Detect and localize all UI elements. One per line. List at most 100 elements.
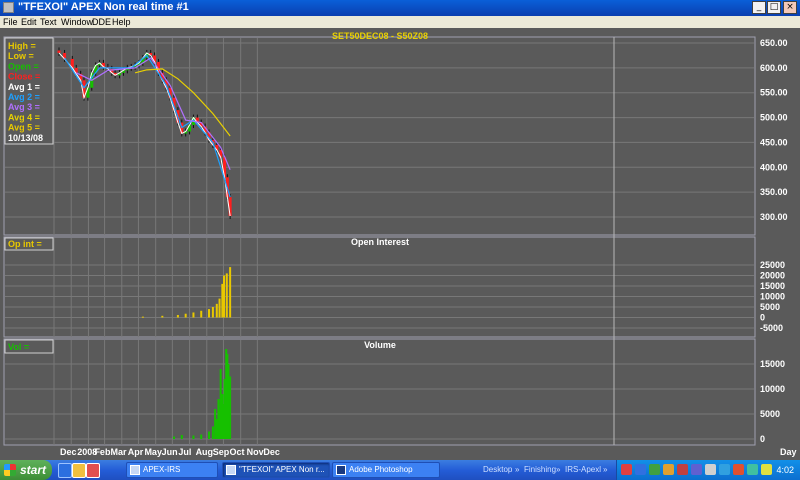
bar <box>208 431 211 439</box>
bar <box>208 309 211 318</box>
menu-text[interactable]: Text <box>40 16 57 28</box>
bar <box>161 315 164 318</box>
menu-dde[interactable]: DDE <box>92 16 111 28</box>
y-tick-label: 0 <box>760 313 765 323</box>
tray-app-icon[interactable] <box>719 464 730 475</box>
bar <box>200 310 203 318</box>
apex-window-icon <box>130 465 140 475</box>
bar <box>176 314 179 318</box>
toolbar-irs-apexl[interactable]: IRS-Apexl <box>565 463 601 477</box>
oi-legend-label: Op int = <box>8 239 42 249</box>
task-apex-irs[interactable]: APEX-IRS <box>126 462 218 478</box>
folder-quicklaunch-icon[interactable] <box>72 463 86 478</box>
tray-app-icon[interactable] <box>747 464 758 475</box>
photoshop-icon <box>336 465 346 475</box>
toolbar-chevron[interactable]: » <box>515 463 519 477</box>
close-button[interactable]: × <box>783 1 797 14</box>
task-label: Adobe Photoshop <box>349 465 413 474</box>
apex-window-icon <box>226 465 236 475</box>
bar <box>141 316 144 318</box>
chart-area[interactable]: SET50DEC08 - S50Z08 Open Interest Volume… <box>0 28 800 460</box>
x-tick-label: Sep <box>213 447 230 457</box>
y-tick-label: 350.00 <box>760 187 788 197</box>
bar <box>211 426 214 439</box>
task-label: APEX-IRS <box>143 465 181 474</box>
y-tick-label: 400.00 <box>760 162 788 172</box>
volume-legend-label: Vol = <box>8 342 29 352</box>
task-photoshop[interactable]: Adobe Photoshop <box>332 462 440 478</box>
legend-entry: Open = <box>8 61 39 71</box>
x-tick-label: Oct <box>229 447 244 457</box>
toolbar-chevron[interactable]: » <box>556 463 560 477</box>
y-tick-label: 10000 <box>760 384 785 394</box>
tray-shield-icon[interactable] <box>649 464 660 475</box>
y-tick-label: 5000 <box>760 302 780 312</box>
y-tick-label: 550.00 <box>760 88 788 98</box>
menu-help[interactable]: Help <box>112 16 131 28</box>
bar <box>180 435 183 439</box>
legend-entry: Avg 5 = <box>8 123 40 133</box>
y-tick-label: 650.00 <box>760 38 788 48</box>
menu-file[interactable]: File <box>3 16 18 28</box>
tray-app-icon[interactable] <box>761 464 772 475</box>
task-label: "TFEXOI" APEX Non r... <box>239 465 325 474</box>
minimize-button[interactable]: _ <box>752 1 766 14</box>
bar <box>184 313 187 318</box>
title-bar[interactable]: "TFEXOI" APEX Non real time #1 _ □ × <box>0 0 800 16</box>
toolbar-finishing[interactable]: Finishing <box>524 463 556 477</box>
legend-entry: Avg 1 = <box>8 82 40 92</box>
tray-app-icon[interactable] <box>677 464 688 475</box>
x-tick-label: Nov <box>247 447 264 457</box>
legend-entry: Avg 3 = <box>8 102 40 112</box>
tray-network-icon[interactable] <box>635 464 646 475</box>
y-tick-label: 450.00 <box>760 137 788 147</box>
open-interest-panel <box>3 236 756 338</box>
tray-volume-icon[interactable] <box>705 464 716 475</box>
y-tick-label: 0 <box>760 434 765 444</box>
volume-panel <box>3 338 756 446</box>
menu-window[interactable]: Window <box>61 16 93 28</box>
taskbar: start APEX-IRS "TFEXOI" APEX Non r... Ad… <box>0 460 800 480</box>
volume-axis: 15000 10000 5000 0 <box>760 359 785 444</box>
start-button[interactable]: start <box>0 460 52 480</box>
x-tick-label: Apr <box>128 447 144 457</box>
x-tick-label: Feb <box>94 447 111 457</box>
system-tray: 4:02 <box>616 460 800 480</box>
ie-quicklaunch-icon[interactable] <box>58 463 72 478</box>
price-axis: 650.00 600.00 550.00 500.00 450.00 400.00 350.… <box>760 38 788 222</box>
legend-entry: Low = <box>8 51 34 61</box>
maximize-button[interactable]: □ <box>767 1 781 14</box>
bar <box>223 275 226 318</box>
price-chart-title: SET50DEC08 - S50Z08 <box>332 31 428 41</box>
tray-app-icon[interactable] <box>663 464 674 475</box>
x-tick-label: Aug <box>196 447 214 457</box>
legend-entry: Close = <box>8 72 40 82</box>
menu-edit[interactable]: Edit <box>21 16 37 28</box>
x-tick-label: Jun <box>162 447 178 457</box>
candle-body <box>57 50 61 53</box>
y-tick-label: -5000 <box>760 323 783 333</box>
window-title: "TFEXOI" APEX Non real time #1 <box>18 1 189 13</box>
y-tick-label: 25000 <box>760 260 785 270</box>
bar <box>211 307 214 318</box>
oi-axis: 2500020000150001000050000-5000 <box>760 260 785 333</box>
tray-app-icon[interactable] <box>691 464 702 475</box>
bar <box>218 298 221 318</box>
y-tick-label: 300.00 <box>760 212 788 222</box>
tray-app-icon[interactable] <box>621 464 632 475</box>
y-tick-label: 5000 <box>760 409 780 419</box>
toolbar-desktop[interactable]: Desktop <box>483 463 512 477</box>
toolbar-chevron[interactable]: » <box>603 463 607 477</box>
bar <box>200 434 203 439</box>
y-tick-label: 10000 <box>760 292 785 302</box>
legend-entry: Avg 2 = <box>8 92 40 102</box>
x-tick-label: May <box>144 447 162 457</box>
app-quicklaunch-icon[interactable] <box>86 463 100 478</box>
legend-date: 10/13/08 <box>8 133 43 143</box>
tray-app-icon[interactable] <box>733 464 744 475</box>
x-tick-label: Day <box>780 447 797 457</box>
app-icon[interactable] <box>3 2 14 13</box>
x-tick-label: Dec <box>263 447 280 457</box>
bar <box>192 312 195 318</box>
task-tfexoi[interactable]: "TFEXOI" APEX Non r... <box>222 462 330 478</box>
